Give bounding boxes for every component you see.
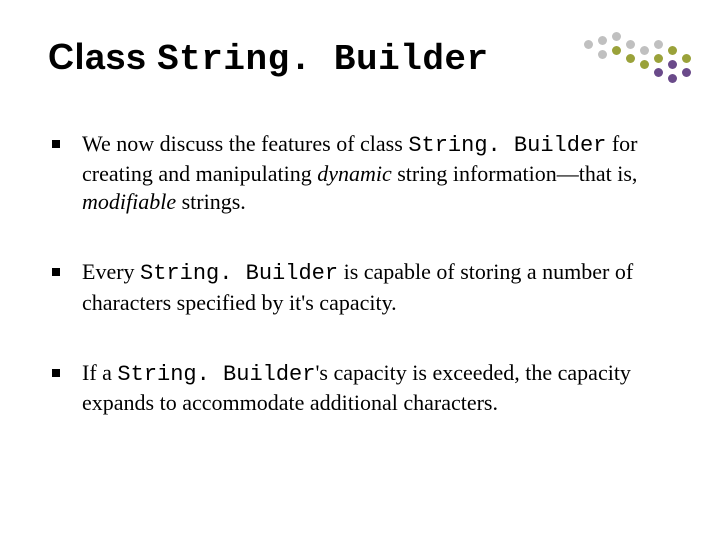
code-inline: String. Builder	[140, 261, 338, 286]
decorative-dots	[584, 32, 694, 96]
text: Every	[82, 259, 140, 284]
slide: Class String. Builder We now discuss the…	[0, 0, 720, 540]
title-prefix: Class	[48, 36, 157, 77]
list-item: Every String. Builder is capable of stor…	[48, 258, 672, 316]
list-item: If a String. Builder's capacity is excee…	[48, 359, 672, 417]
code-inline: String. Builder	[408, 133, 606, 158]
text: We now discuss the features of class	[82, 131, 408, 156]
bullet-list: We now discuss the features of class Str…	[48, 130, 672, 417]
list-item: We now discuss the features of class Str…	[48, 130, 672, 216]
slide-title: Class String. Builder	[48, 36, 672, 80]
italic-inline: dynamic	[317, 161, 392, 186]
title-code: String. Builder	[157, 39, 489, 80]
text: strings.	[176, 189, 246, 214]
italic-inline: modifiable	[82, 189, 176, 214]
text: If a	[82, 360, 117, 385]
code-inline: String. Builder	[117, 362, 315, 387]
text: string information—that is,	[392, 161, 638, 186]
